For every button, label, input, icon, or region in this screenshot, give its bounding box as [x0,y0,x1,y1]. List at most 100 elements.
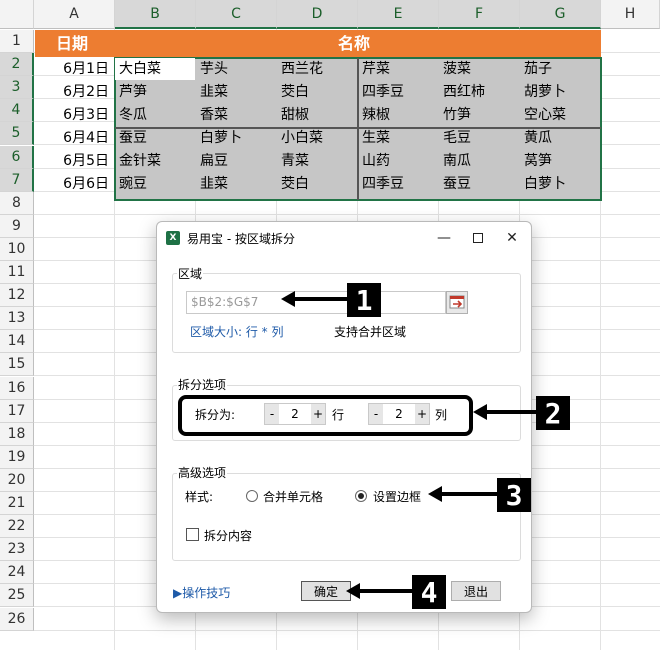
row-header[interactable]: 16 [0,376,34,400]
row-header[interactable]: 20 [0,468,34,492]
data-cell[interactable]: 竹笋 [439,104,519,127]
row-header[interactable]: 3 [0,76,34,100]
split-content-label[interactable]: 拆分内容 [204,527,252,544]
row-header[interactable]: 8 [0,191,34,215]
data-cell[interactable]: 蚕豆 [439,173,519,196]
row-header[interactable]: 22 [0,515,34,539]
exit-button[interactable]: 退出 [451,581,501,601]
split-content-checkbox[interactable] [186,528,199,541]
date-cell[interactable]: 6月4日 [35,127,113,150]
date-cell[interactable]: 6月3日 [35,104,113,127]
column-header-g[interactable]: G [520,0,601,29]
data-cell[interactable]: 四季豆 [358,173,438,196]
row-header[interactable]: 18 [0,422,34,446]
row-header[interactable]: 7 [0,168,34,192]
row-header[interactable]: 11 [0,261,34,284]
cols-stepper[interactable]: - 2 + [368,403,430,425]
set-border-option-label[interactable]: 设置边框 [373,488,421,505]
range-input[interactable]: $B$2:$G$7 [186,291,446,314]
data-cell[interactable]: 生菜 [358,127,438,150]
merge-cells-radio[interactable] [246,490,258,502]
data-cell[interactable]: 四季豆 [358,81,438,104]
data-cell[interactable]: 豌豆 [115,173,195,196]
column-header-b[interactable]: B [115,0,196,29]
date-cell[interactable]: 6月2日 [35,81,113,104]
column-header-d[interactable]: D [277,0,358,29]
minimize-icon[interactable]: — [427,226,461,250]
data-cell[interactable]: 莴笋 [520,150,600,173]
data-cell[interactable]: 茭白 [277,173,357,196]
row-header[interactable]: 24 [0,561,34,585]
data-cell[interactable]: 小白菜 [277,127,357,150]
ok-button[interactable]: 确定 [301,581,351,601]
row-header[interactable]: 10 [0,237,34,261]
data-cell[interactable]: 南瓜 [439,150,519,173]
data-cell[interactable]: 茭白 [277,81,357,104]
row-header[interactable]: 21 [0,492,34,515]
row-header[interactable]: 26 [0,607,34,631]
merge-cells-option-label[interactable]: 合并单元格 [263,488,323,505]
row-header[interactable]: 25 [0,584,34,608]
cols-plus-button[interactable]: + [415,404,429,424]
column-header-a[interactable]: A [34,0,115,29]
cols-value[interactable]: 2 [383,404,415,424]
data-cell[interactable]: 茄子 [520,58,600,81]
row-header[interactable]: 19 [0,445,34,469]
column-header-h[interactable]: H [601,0,660,29]
row-header[interactable]: 13 [0,307,34,331]
range-picker-button[interactable] [446,291,468,314]
data-cell[interactable]: 芹菜 [358,58,438,81]
data-cell[interactable]: 白萝卜 [520,173,600,196]
dialog-titlebar[interactable]: X 易用宝 - 按区域拆分 — ✕ [157,222,531,254]
rows-plus-button[interactable]: + [311,404,325,424]
set-border-radio[interactable] [355,490,367,502]
date-cell[interactable]: 6月6日 [35,173,113,196]
row-header[interactable]: 1 [0,30,34,53]
column-header-c[interactable]: C [196,0,277,29]
data-cell[interactable]: 西红柿 [439,81,519,104]
data-cell[interactable]: 韭菜 [196,81,276,104]
row-header[interactable]: 4 [0,99,34,123]
data-cell[interactable]: 空心菜 [520,104,600,127]
data-cell[interactable]: 甜椒 [277,104,357,127]
data-cell[interactable]: 毛豆 [439,127,519,150]
data-cell[interactable]: 芋头 [196,58,276,81]
maximize-icon[interactable] [461,226,495,250]
data-cell[interactable]: 山药 [358,150,438,173]
date-cell[interactable]: 6月1日 [35,58,113,81]
data-cell[interactable]: 金针菜 [115,150,195,173]
column-header-e[interactable]: E [358,0,439,29]
data-cell[interactable]: 菠菜 [439,58,519,81]
rows-stepper[interactable]: - 2 + [264,403,326,425]
rows-value[interactable]: 2 [279,404,311,424]
data-cell[interactable]: 冬瓜 [115,104,195,127]
row-header[interactable]: 15 [0,353,34,377]
row-header[interactable]: 6 [0,145,34,169]
cols-minus-button[interactable]: - [369,404,383,424]
data-cell[interactable]: 扁豆 [196,150,276,173]
row-header[interactable]: 2 [0,53,34,77]
data-cell[interactable]: 辣椒 [358,104,438,127]
tips-link[interactable]: ▶操作技巧 [173,584,230,601]
row-header[interactable]: 14 [0,330,34,354]
row-header[interactable]: 23 [0,538,34,562]
close-icon[interactable]: ✕ [495,226,529,250]
select-all-corner[interactable] [0,0,34,29]
data-cell[interactable]: 胡萝卜 [520,81,600,104]
column-header-f[interactable]: F [439,0,520,29]
data-cell[interactable]: 黄瓜 [520,127,600,150]
row-header[interactable]: 17 [0,399,34,423]
data-cell[interactable]: 大白菜 [115,58,195,81]
data-cell[interactable]: 芦笋 [115,81,195,104]
data-cell[interactable]: 青菜 [277,150,357,173]
date-cell[interactable]: 6月5日 [35,150,113,173]
data-cell[interactable]: 蚕豆 [115,127,195,150]
data-cell[interactable]: 西兰花 [277,58,357,81]
rows-minus-button[interactable]: - [265,404,279,424]
row-header[interactable]: 5 [0,122,34,146]
row-header[interactable]: 9 [0,214,34,238]
data-cell[interactable]: 韭菜 [196,173,276,196]
data-cell[interactable]: 香菜 [196,104,276,127]
data-cell[interactable]: 白萝卜 [196,127,276,150]
row-header[interactable]: 12 [0,284,34,308]
